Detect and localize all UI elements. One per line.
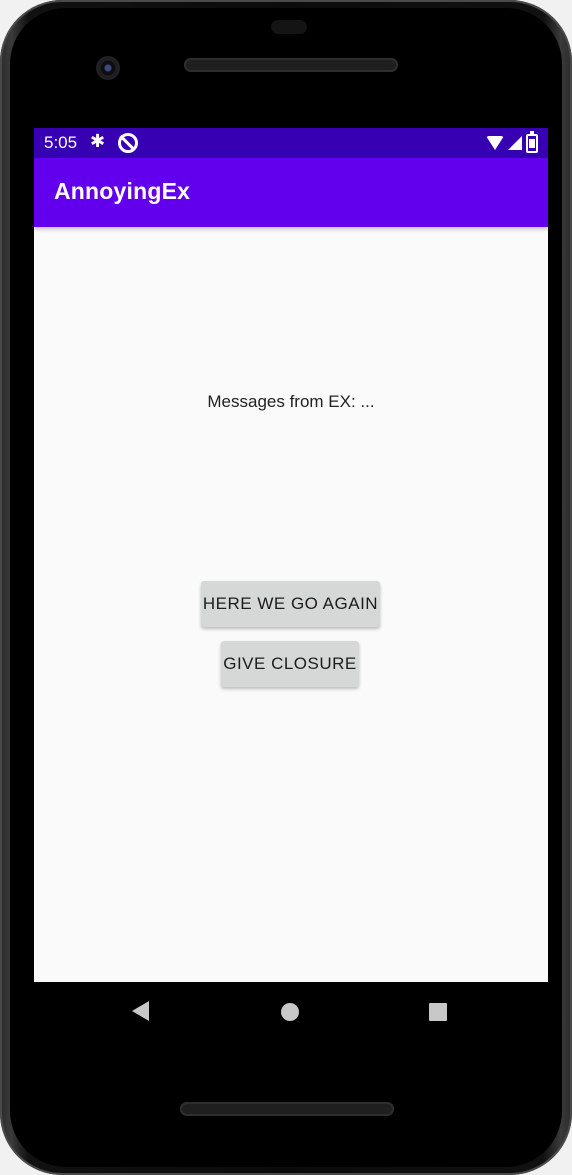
app-title: AnnoyingEx (54, 178, 191, 204)
signal-icon (508, 136, 522, 150)
proximity-sensor (271, 20, 307, 34)
back-icon[interactable] (132, 1001, 149, 1021)
status-time: 5:05 (44, 133, 78, 152)
gear-icon: ✱ (90, 131, 106, 152)
give-closure-button[interactable]: GIVE CLOSURE (221, 641, 359, 687)
status-icons (486, 130, 538, 153)
front-camera-icon (96, 56, 120, 80)
earpiece-speaker (184, 58, 398, 72)
here-we-go-again-button[interactable]: HERE WE GO AGAIN (201, 581, 380, 627)
wifi-icon (486, 136, 504, 150)
app-bar: AnnoyingEx (34, 158, 548, 227)
home-icon[interactable] (281, 1003, 299, 1021)
bottom-speaker (180, 1102, 394, 1116)
battery-icon (526, 130, 538, 153)
messages-text: Messages from EX: ... (207, 392, 375, 411)
status-bar: 5:05 ✱ (34, 128, 548, 158)
navigation-bar (34, 982, 548, 1040)
recents-icon[interactable] (429, 1003, 447, 1021)
device-screen: 5:05 ✱ AnnoyingEx Messages from EX: ... … (34, 128, 548, 982)
do-not-disturb-icon (118, 133, 138, 153)
